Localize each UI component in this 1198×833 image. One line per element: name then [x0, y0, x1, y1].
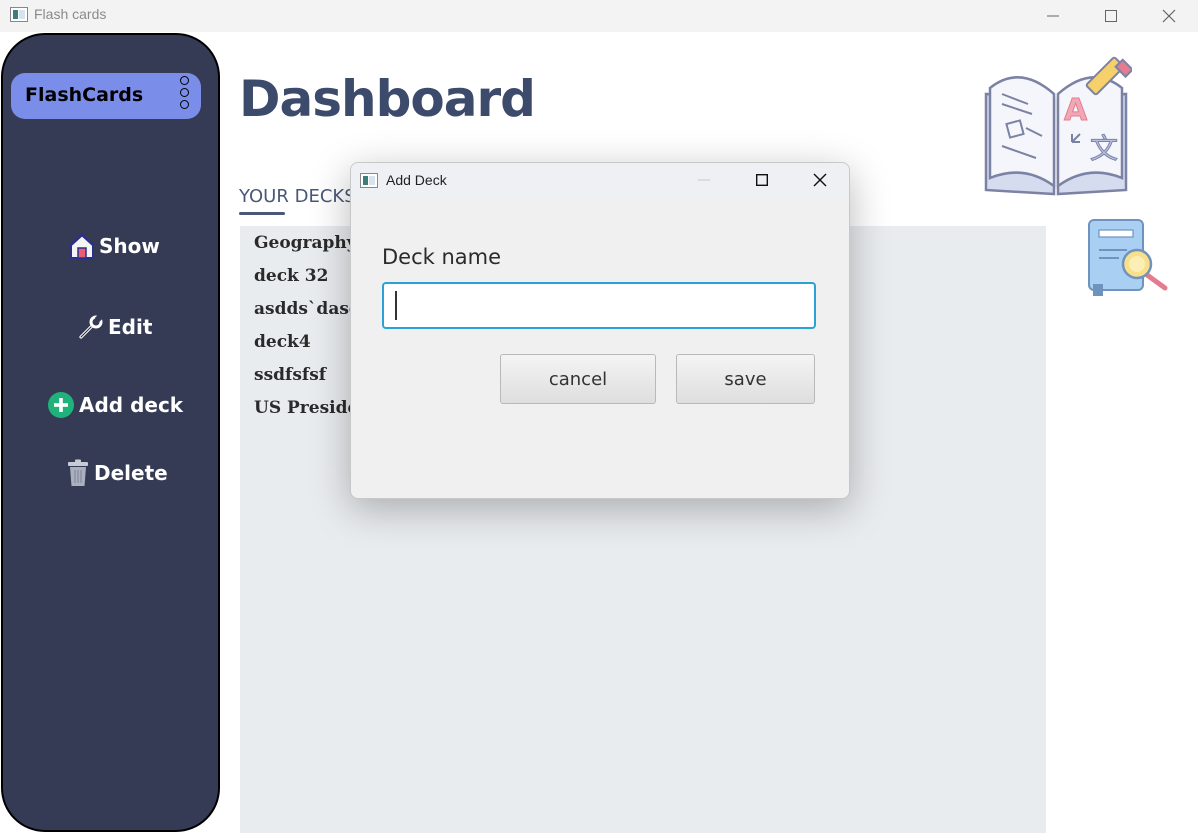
maximize-icon [756, 174, 768, 186]
sidebar: FlashCards Show Edit Add deck Delete [1, 33, 220, 832]
maximize-button[interactable] [1082, 0, 1140, 32]
dialog-titlebar: Add Deck [351, 163, 849, 197]
sidebar-item-label: Delete [94, 461, 168, 485]
page-title: Dashboard [239, 70, 536, 128]
sidebar-item-delete[interactable]: Delete [66, 459, 168, 487]
app-icon [10, 7, 28, 22]
add-deck-dialog: Add Deck Deck name cancel save [350, 162, 850, 499]
brand-badge[interactable]: FlashCards [11, 73, 201, 119]
text-caret [395, 291, 397, 320]
svg-text:A: A [1064, 93, 1088, 128]
more-options-icon[interactable] [180, 76, 191, 112]
plus-circle-icon [48, 392, 74, 418]
minimize-button[interactable] [1024, 0, 1082, 32]
section-underline [239, 212, 285, 215]
close-icon [1162, 9, 1176, 23]
home-icon [70, 233, 94, 259]
deck-name-label: Deck name [382, 245, 502, 269]
dialog-maximize-button[interactable] [733, 163, 791, 197]
sidebar-item-edit[interactable]: Edit [78, 314, 152, 340]
brand-label: FlashCards [25, 84, 144, 106]
translation-book-icon: A 文 [984, 56, 1132, 196]
maximize-icon [1105, 10, 1117, 22]
close-icon [813, 173, 827, 187]
minimize-icon [1047, 15, 1059, 17]
dialog-close-button[interactable] [791, 163, 849, 197]
app-icon [360, 173, 378, 188]
wrench-icon [79, 314, 104, 339]
sidebar-item-label: Add deck [79, 393, 184, 417]
window-titlebar: Flash cards [0, 0, 1198, 32]
sidebar-item-label: Show [99, 234, 160, 258]
minimize-icon [698, 179, 710, 181]
save-button[interactable]: save [676, 354, 815, 404]
svg-text:文: 文 [1090, 132, 1118, 165]
deck-name-input[interactable] [382, 282, 816, 329]
dialog-minimize-button[interactable] [675, 163, 733, 197]
sidebar-item-add-deck[interactable]: Add deck [47, 391, 183, 419]
window-title: Flash cards [34, 6, 107, 22]
close-button[interactable] [1140, 0, 1198, 32]
cancel-button[interactable]: cancel [500, 354, 656, 404]
sidebar-item-label: Edit [108, 315, 153, 339]
sidebar-item-show[interactable]: Show [69, 233, 160, 259]
dialog-title: Add Deck [386, 172, 447, 188]
section-label: YOUR DECKS [239, 186, 356, 207]
trash-icon [68, 459, 88, 486]
search-book-icon [1088, 219, 1168, 296]
